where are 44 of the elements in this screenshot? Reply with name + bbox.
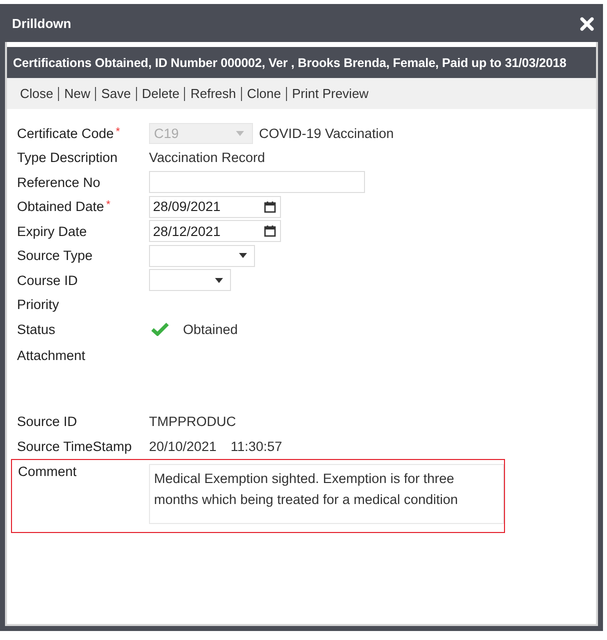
dropdown-field[interactable] [149, 269, 231, 292]
comment-field[interactable]: Medical Exemption sighted. Exemption is for three months which being treated for a medical condition [149, 464, 504, 524]
date-field[interactable]: 28/09/2021 [149, 196, 281, 218]
toolbar-link[interactable]: Refresh [185, 86, 242, 101]
required-mark: * [116, 126, 120, 138]
field-value: 20/10/2021 [149, 438, 217, 454]
record-header: Certifications Obtained, ID Number 000002, Ver , Brooks Brenda, Female, Paid up to 31/03/2018 [7, 47, 596, 78]
field-label: Priority [17, 297, 60, 312]
close-button[interactable] [580, 16, 594, 30]
field-label: Obtained Date [17, 199, 104, 214]
toolbar-link[interactable]: Close [15, 86, 58, 101]
field-value: 11:30:57 [230, 438, 282, 454]
field-label: Source ID [17, 414, 78, 430]
field-label: Source TimeStamp [17, 438, 132, 454]
field-value: COVID-19 Vaccination [259, 126, 394, 141]
dropdown-field[interactable] [149, 244, 255, 267]
input-field[interactable] [149, 171, 365, 194]
check-icon [151, 322, 169, 336]
field-label: Expiry Date [17, 224, 87, 239]
field-value: TMPPRODUC [149, 414, 236, 430]
field-label: Source Type [17, 248, 93, 264]
caret-icon [239, 253, 247, 258]
close-icon [580, 16, 594, 30]
caret-icon [215, 278, 223, 283]
field-value: Vaccination Record [149, 150, 266, 166]
toolbar-link[interactable]: Clone [242, 86, 286, 101]
calendar-icon [264, 225, 276, 238]
toolbar-link[interactable]: Print Preview [286, 86, 374, 101]
required-mark: * [106, 199, 110, 212]
field-label: Status [17, 322, 56, 337]
field-label: Attachment [17, 348, 86, 362]
toolbar-link[interactable]: Save [96, 86, 136, 101]
toolbar-link[interactable]: Delete [136, 86, 184, 101]
status-text: Obtained [183, 322, 238, 337]
field-label: Course ID [17, 272, 78, 288]
window-title: Drilldown [12, 16, 72, 31]
field-label: Comment [18, 464, 77, 478]
caret-icon [236, 130, 244, 136]
date-field[interactable]: 28/12/2021 [149, 220, 281, 242]
field-label: Type Description [17, 150, 118, 166]
toolbar-link[interactable]: New [59, 86, 96, 101]
calendar-icon [264, 200, 276, 213]
field-label: Reference No [17, 174, 100, 190]
field-label: Certificate Code [17, 126, 114, 141]
